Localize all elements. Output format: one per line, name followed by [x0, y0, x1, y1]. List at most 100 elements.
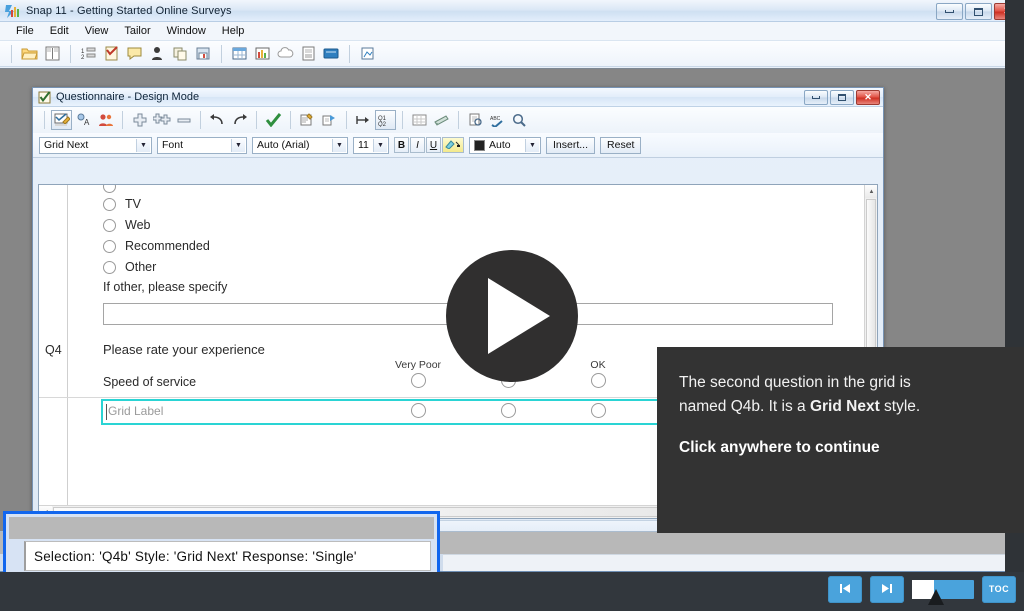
comment-icon[interactable]	[124, 44, 145, 64]
menu-tailor[interactable]: Tailor	[116, 23, 158, 39]
option-row-recommended[interactable]: Recommended	[103, 239, 210, 253]
questionnaire-toolbar: A Q1 Q2 ABC	[33, 107, 883, 133]
address-book-icon[interactable]	[42, 44, 63, 64]
open-folder-icon[interactable]	[19, 44, 40, 64]
copy-icon[interactable]	[170, 44, 191, 64]
zoom-icon[interactable]	[509, 110, 530, 130]
radio-icon[interactable]	[103, 185, 116, 193]
italic-button[interactable]: I	[410, 137, 425, 153]
respondents-icon[interactable]	[95, 110, 116, 130]
minimize-button[interactable]	[936, 3, 963, 20]
questionnaire-icon[interactable]	[101, 44, 122, 64]
bold-button[interactable]: B	[394, 137, 409, 153]
toc-button[interactable]: TOC	[982, 576, 1016, 603]
undo-icon[interactable]	[207, 110, 228, 130]
option-row-tv[interactable]: TV	[103, 197, 141, 211]
underline-button[interactable]: U	[426, 137, 441, 153]
font-color-selector[interactable]: Auto ▼	[469, 136, 541, 154]
callout-gray-band	[9, 517, 434, 539]
underline-label: U	[429, 139, 438, 151]
child-maximize-button[interactable]	[830, 90, 854, 105]
questionnaire-window-controls: ✕	[804, 90, 880, 105]
report-icon[interactable]	[298, 44, 319, 64]
question-numbering-icon[interactable]: Q1 Q2	[375, 110, 396, 130]
add-multiple-questions-icon[interactable]	[151, 110, 172, 130]
option-row-web[interactable]: Web	[103, 218, 150, 232]
respondent-icon[interactable]	[147, 44, 168, 64]
toolbar-separator	[200, 111, 201, 129]
menu-file[interactable]: File	[8, 23, 42, 39]
volume-slider-handle[interactable]	[928, 589, 944, 605]
caption-line-2-prefix: named Q4b. It is a	[679, 398, 810, 416]
font-selector[interactable]: Auto (Arial) ▼	[252, 136, 348, 154]
grid-radio-q4b-2[interactable]	[501, 403, 516, 418]
caption-line-2: named Q4b. It is a Grid Next style.	[679, 395, 1002, 419]
chevron-down-icon: ▼	[136, 138, 150, 152]
grid-radio-q4b-3[interactable]	[591, 403, 606, 418]
child-close-button[interactable]: ✕	[856, 90, 880, 105]
font-size-selector[interactable]: 11 ▼	[353, 136, 389, 154]
italic-label: I	[416, 139, 419, 151]
next-button[interactable]	[870, 576, 904, 603]
grid-radio-speed-1[interactable]	[411, 373, 426, 388]
caption-line-1: The second question in the grid is	[679, 374, 911, 391]
toolbar-separator	[458, 111, 459, 129]
scroll-up-button[interactable]: ▲	[865, 185, 877, 198]
volume-slider[interactable]	[912, 580, 974, 605]
child-minimize-button[interactable]	[804, 90, 828, 105]
chevron-down-icon: ▼	[525, 138, 539, 152]
snap-app-icon	[5, 3, 21, 19]
print-preview-icon[interactable]	[465, 110, 486, 130]
spell-check-icon[interactable]: ABC	[487, 110, 508, 130]
grid-radio-speed-3[interactable]	[591, 373, 606, 388]
delete-question-icon[interactable]	[173, 110, 194, 130]
menu-edit[interactable]: Edit	[42, 23, 77, 39]
play-button[interactable]	[446, 250, 578, 382]
svg-text:Q2: Q2	[378, 122, 387, 127]
design-mode-icon[interactable]	[51, 110, 72, 130]
chevron-down-icon: ▼	[231, 138, 245, 152]
redo-icon[interactable]	[229, 110, 250, 130]
variable-properties-icon[interactable]: A	[73, 110, 94, 130]
radio-icon[interactable]	[103, 218, 116, 232]
goto-icon[interactable]	[353, 110, 374, 130]
option-row-cut	[103, 185, 116, 193]
validate-icon[interactable]	[263, 110, 284, 130]
maximize-button[interactable]	[965, 3, 992, 20]
highlight-color-button[interactable]	[442, 137, 464, 153]
grid-radio-q4b-1[interactable]	[411, 403, 426, 418]
previous-button[interactable]	[828, 576, 862, 603]
chart-icon[interactable]	[252, 44, 273, 64]
menu-view[interactable]: View	[77, 23, 117, 39]
web-publish-icon[interactable]	[321, 44, 342, 64]
radio-icon[interactable]	[103, 197, 116, 211]
cloud-icon[interactable]	[275, 44, 296, 64]
reset-button[interactable]: Reset	[600, 136, 642, 154]
question-properties-icon[interactable]	[297, 110, 318, 130]
toolbar-separator	[11, 44, 12, 63]
radio-icon[interactable]	[103, 239, 116, 253]
application-title: Snap 11 - Getting Started Online Surveys	[26, 4, 232, 17]
styles-icon[interactable]	[431, 110, 452, 130]
radio-icon[interactable]	[103, 260, 116, 274]
menu-help[interactable]: Help	[214, 23, 253, 39]
tutorial-caption-overlay[interactable]: The second question in the grid is named…	[657, 347, 1024, 533]
highlight-color-icon	[445, 138, 461, 152]
option-row-other[interactable]: Other	[103, 260, 156, 274]
export-icon[interactable]	[357, 44, 378, 64]
status-bar-highlight-callout: Selection: 'Q4b' Style: 'Grid Next' Resp…	[3, 511, 440, 576]
grid-icon[interactable]	[409, 110, 430, 130]
scale-label-ok: OK	[590, 359, 606, 371]
skip-forward-icon	[880, 582, 894, 597]
toc-label: TOC	[988, 584, 1010, 594]
toolbar-separator	[221, 44, 222, 63]
insert-button[interactable]: Insert...	[546, 136, 596, 154]
element-selector[interactable]: Font ▼	[157, 136, 247, 154]
table-icon[interactable]	[229, 44, 250, 64]
style-selector[interactable]: Grid Next ▼	[39, 136, 152, 154]
add-question-icon[interactable]	[129, 110, 150, 130]
menu-window[interactable]: Window	[159, 23, 214, 39]
list-numbered-icon[interactable]: 12	[78, 44, 99, 64]
routing-icon[interactable]	[319, 110, 340, 130]
save-data-icon[interactable]	[193, 44, 214, 64]
